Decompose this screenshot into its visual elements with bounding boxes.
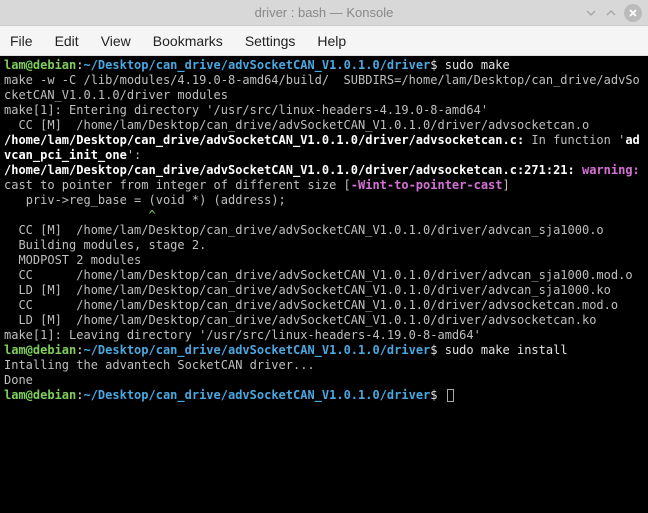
output-line: Intalling the advantech SocketCAN driver…: [4, 358, 315, 372]
output-line: LD [M] /home/lam/Desktop/can_drive/advSo…: [4, 283, 611, 297]
output-line: CC [M] /home/lam/Desktop/can_drive/advSo…: [4, 118, 589, 132]
menu-settings[interactable]: Settings: [245, 33, 296, 49]
minimize-icon[interactable]: [584, 6, 598, 20]
prompt-userhost: lam@debian: [4, 58, 76, 72]
output-line: make[1]: Leaving directory '/usr/src/lin…: [4, 328, 481, 342]
cmd-sudo-make: sudo make: [445, 58, 510, 72]
window-title: driver : bash — Konsole: [255, 5, 394, 20]
output-line: CC /home/lam/Desktop/can_drive/advSocket…: [4, 268, 633, 282]
cmd-sudo-make-install: sudo make install: [445, 343, 568, 357]
output-line: ':: [127, 148, 141, 162]
close-icon[interactable]: [624, 4, 642, 22]
prompt-dollar: $: [430, 343, 444, 357]
prompt-userhost: lam@debian: [4, 343, 76, 357]
titlebar[interactable]: driver : bash — Konsole: [0, 0, 648, 26]
output-line: /home/lam/Desktop/can_drive/advSocketCAN…: [4, 163, 575, 177]
output-warning: warning:: [575, 163, 640, 177]
output-flag: -Wint-to-pointer-cast: [351, 178, 503, 192]
prompt-dollar: $: [430, 388, 444, 402]
menu-view[interactable]: View: [101, 33, 131, 49]
window-controls: [584, 4, 642, 22]
output-caret: ^: [4, 208, 156, 222]
menu-bookmarks[interactable]: Bookmarks: [153, 33, 223, 49]
output-line: /home/lam/Desktop/can_drive/advSocketCAN…: [4, 133, 524, 147]
output-line: CC /home/lam/Desktop/can_drive/advSocket…: [4, 298, 618, 312]
prompt-path: ~/Desktop/can_drive/advSocketCAN_V1.0.1.…: [83, 388, 430, 402]
prompt-dollar: $: [430, 58, 444, 72]
prompt-path: ~/Desktop/can_drive/advSocketCAN_V1.0.1.…: [83, 58, 430, 72]
output-line: priv->reg_base = (void *) (address);: [4, 193, 286, 207]
konsole-window: driver : bash — Konsole File Edit View B…: [0, 0, 648, 513]
menu-help[interactable]: Help: [317, 33, 346, 49]
output-line: ]: [503, 178, 510, 192]
output-line: Done: [4, 373, 33, 387]
output-line: LD [M] /home/lam/Desktop/can_drive/advSo…: [4, 313, 596, 327]
prompt-userhost: lam@debian: [4, 388, 76, 402]
output-line: In function ': [524, 133, 625, 147]
output-line: Building modules, stage 2.: [4, 238, 206, 252]
menubar: File Edit View Bookmarks Settings Help: [0, 26, 648, 56]
terminal-area[interactable]: lam@debian:~/Desktop/can_drive/advSocket…: [0, 56, 648, 513]
output-line: make[1]: Entering directory '/usr/src/li…: [4, 103, 488, 117]
maximize-icon[interactable]: [604, 6, 618, 20]
prompt-path: ~/Desktop/can_drive/advSocketCAN_V1.0.1.…: [83, 343, 430, 357]
menu-file[interactable]: File: [10, 33, 33, 49]
output-line: MODPOST 2 modules: [4, 253, 141, 267]
cursor-icon: [447, 389, 454, 402]
output-line: CC [M] /home/lam/Desktop/can_drive/advSo…: [4, 223, 604, 237]
output-line: make -w -C /lib/modules/4.19.0-8-amd64/b…: [4, 73, 640, 102]
menu-edit[interactable]: Edit: [55, 33, 79, 49]
